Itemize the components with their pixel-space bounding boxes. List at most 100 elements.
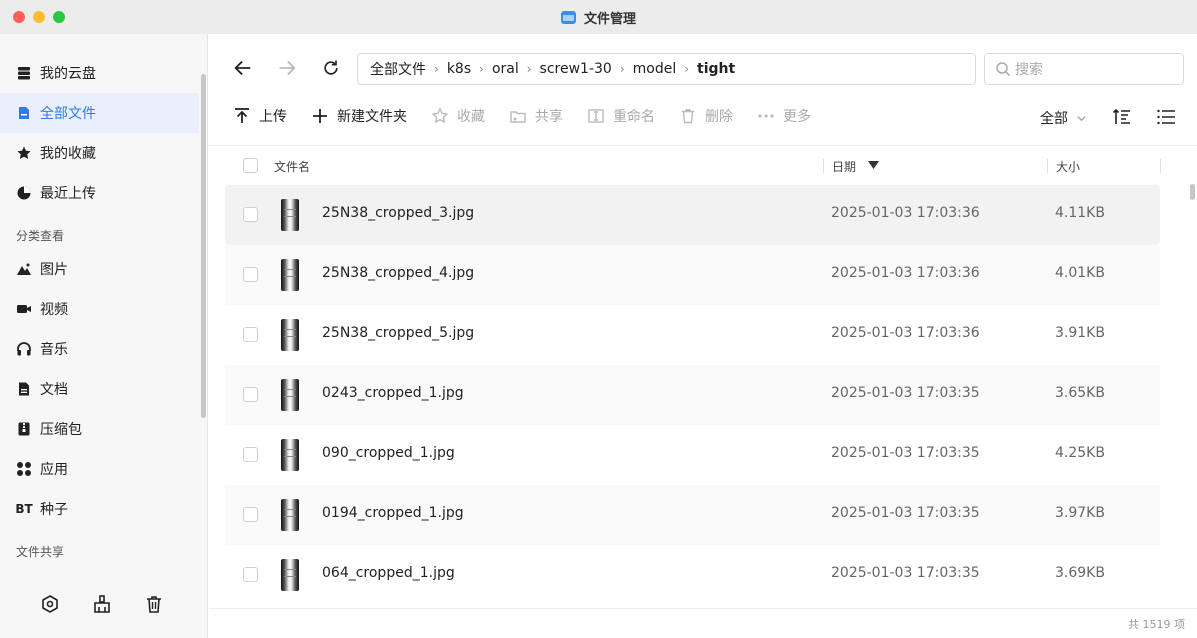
- table-row[interactable]: 0243_cropped_1.jpg 2025-01-03 17:03:35 3…: [225, 365, 1160, 425]
- breadcrumb-item[interactable]: 全部文件: [370, 59, 426, 79]
- table-row[interactable]: 25N38_cropped_4.jpg 2025-01-03 17:03:36 …: [225, 245, 1160, 305]
- column-divider[interactable]: [823, 159, 824, 173]
- settings-icon[interactable]: [40, 594, 60, 618]
- row-checkbox[interactable]: [243, 387, 258, 402]
- sidebar-item-recent-uploads[interactable]: 最近上传: [0, 173, 199, 213]
- document-icon: [16, 381, 32, 397]
- sidebar-item-apps[interactable]: 应用: [0, 449, 199, 489]
- back-button[interactable]: [231, 56, 255, 80]
- table-row[interactable]: 090_cropped_1.jpg 2025-01-03 17:03:35 4.…: [225, 425, 1160, 485]
- refresh-button[interactable]: [319, 56, 343, 80]
- new-folder-label: 新建文件夹: [337, 109, 407, 125]
- breadcrumb-current[interactable]: tight: [697, 61, 735, 77]
- breadcrumb-item[interactable]: k8s: [447, 61, 471, 77]
- rename-button[interactable]: 重命名: [587, 106, 655, 126]
- breadcrumb-item[interactable]: screw1-30: [540, 61, 612, 77]
- image-thumbnail: [281, 439, 299, 471]
- sidebar-item-label: 最近上传: [40, 186, 96, 202]
- file-size: 3.65KB: [1055, 385, 1105, 401]
- sidebar: 我的云盘 全部文件 我的收藏 最近上传 分类查看 图片 视频 音乐 文档 压缩包…: [0, 34, 208, 638]
- column-header-date[interactable]: 日期: [832, 158, 856, 175]
- minimize-window-button[interactable]: [33, 11, 45, 23]
- sidebar-item-all-files[interactable]: 全部文件: [0, 93, 199, 133]
- file-name: 090_cropped_1.jpg: [322, 445, 455, 461]
- column-divider[interactable]: [1160, 159, 1161, 173]
- sidebar-item-videos[interactable]: 视频: [0, 289, 199, 329]
- table-row[interactable]: 25N38_cropped_5.jpg 2025-01-03 17:03:36 …: [225, 305, 1160, 365]
- search-icon: [996, 62, 1011, 77]
- sidebar-item-my-drive[interactable]: 我的云盘: [0, 53, 199, 93]
- file-list: 25N38_cropped_3.jpg 2025-01-03 17:03:36 …: [225, 185, 1160, 605]
- list-icon: [1157, 109, 1175, 125]
- file-size: 3.91KB: [1055, 325, 1105, 341]
- table-row[interactable]: 0194_cropped_1.jpg 2025-01-03 17:03:35 3…: [225, 485, 1160, 545]
- window-title: 文件管理: [560, 8, 636, 27]
- star-icon: [16, 145, 32, 161]
- delete-button[interactable]: 删除: [679, 106, 733, 126]
- search-placeholder: 搜索: [1015, 62, 1043, 78]
- chevron-right-icon: ›: [619, 62, 625, 76]
- plus-icon: [313, 109, 327, 123]
- sidebar-item-music[interactable]: 音乐: [0, 329, 199, 369]
- share-button[interactable]: 共享: [509, 106, 563, 126]
- sidebar-item-label: 压缩包: [40, 422, 82, 438]
- filter-dropdown[interactable]: 全部: [1040, 108, 1087, 128]
- sidebar-scrollbar[interactable]: [201, 74, 206, 418]
- file-size: 3.69KB: [1055, 565, 1105, 581]
- sidebar-item-label: 我的收藏: [40, 146, 96, 162]
- refresh-icon: [324, 60, 338, 75]
- file-name: 0243_cropped_1.jpg: [322, 385, 464, 401]
- row-checkbox[interactable]: [243, 267, 258, 282]
- share-section-title: 文件共享: [16, 545, 65, 559]
- more-button[interactable]: 更多: [757, 106, 811, 126]
- table-row[interactable]: 25N38_cropped_3.jpg 2025-01-03 17:03:36 …: [225, 185, 1160, 245]
- file-date: 2025-01-03 17:03:36: [831, 325, 980, 341]
- column-header-size[interactable]: 大小: [1056, 158, 1080, 175]
- bt-icon: BT: [15, 502, 33, 516]
- star-outline-icon: [431, 107, 449, 124]
- sidebar-item-archives[interactable]: 压缩包: [0, 409, 199, 449]
- breadcrumb-item[interactable]: oral: [492, 61, 519, 77]
- select-all-checkbox[interactable]: [243, 158, 258, 173]
- forward-button[interactable]: [275, 56, 299, 80]
- row-checkbox[interactable]: [243, 207, 258, 222]
- file-manager-window: 文件管理 我的云盘 全部文件 我的收藏 最近上传 分类查看 图片 视频 音乐 文…: [0, 0, 1197, 638]
- file-size: 4.01KB: [1055, 265, 1105, 281]
- trash-icon: [682, 109, 694, 124]
- table-row[interactable]: 064_cropped_1.jpg 2025-01-03 17:03:35 3.…: [225, 545, 1160, 605]
- row-checkbox[interactable]: [243, 507, 258, 522]
- sidebar-item-torrents[interactable]: BT 种子: [0, 489, 199, 529]
- upload-button[interactable]: 上传: [233, 106, 287, 126]
- new-folder-button[interactable]: 新建文件夹: [311, 106, 407, 126]
- share-folder-icon: [510, 111, 526, 123]
- sidebar-item-favorites[interactable]: 我的收藏: [0, 133, 199, 173]
- headphones-icon: [16, 341, 32, 357]
- sort-button[interactable]: [1112, 107, 1132, 127]
- sidebar-item-images[interactable]: 图片: [0, 249, 199, 289]
- column-divider[interactable]: [1047, 159, 1048, 173]
- favorite-button[interactable]: 收藏: [431, 106, 485, 126]
- breadcrumb: 全部文件 › k8s › oral › screw1-30 › model › …: [357, 53, 976, 85]
- file-size: 3.97KB: [1055, 505, 1105, 521]
- arrow-left-icon: [234, 60, 251, 76]
- row-checkbox[interactable]: [243, 447, 258, 462]
- row-checkbox[interactable]: [243, 327, 258, 342]
- search-input[interactable]: 搜索: [984, 53, 1184, 85]
- sidebar-item-documents[interactable]: 文档: [0, 369, 199, 409]
- row-checkbox[interactable]: [243, 567, 258, 582]
- column-header-name[interactable]: 文件名: [274, 158, 310, 175]
- sidebar-item-label: 图片: [40, 262, 68, 278]
- close-window-button[interactable]: [13, 11, 25, 23]
- file-list-scrollbar[interactable]: [1190, 184, 1195, 200]
- file-name: 25N38_cropped_5.jpg: [322, 325, 475, 341]
- chevron-right-icon: ›: [526, 62, 532, 76]
- sidebar-item-label: 全部文件: [40, 106, 96, 122]
- sidebar-item-label: 种子: [40, 502, 68, 518]
- trash-icon[interactable]: [144, 594, 164, 618]
- cleanup-icon[interactable]: [92, 594, 112, 618]
- delete-label: 删除: [705, 109, 733, 125]
- zoom-window-button[interactable]: [53, 11, 65, 23]
- more-icon: [758, 114, 774, 118]
- breadcrumb-item[interactable]: model: [633, 61, 677, 77]
- list-view-button[interactable]: [1156, 107, 1176, 127]
